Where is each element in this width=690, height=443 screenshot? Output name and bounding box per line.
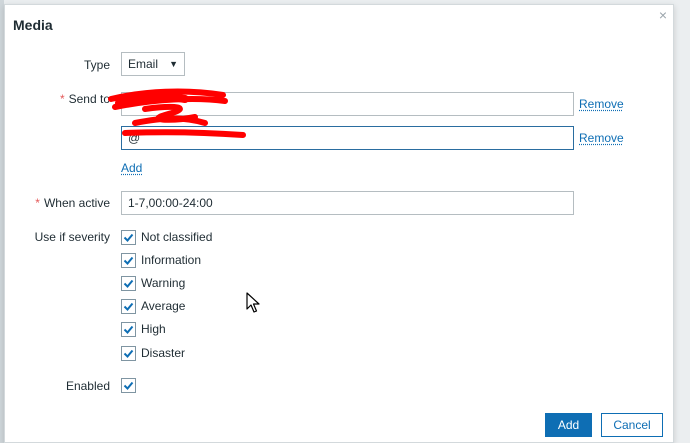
type-select-value: Email (128, 57, 159, 71)
severity-label-text: Disaster (141, 346, 186, 360)
checkmark-icon[interactable] (121, 321, 136, 337)
remove-link-1[interactable]: Remove (579, 97, 624, 111)
checkmark-icon[interactable] (121, 252, 136, 268)
mouse-pointer-icon (246, 292, 260, 313)
when-active-input[interactable]: 1-7,00:00-24:00 (121, 191, 574, 215)
severity-label-text: Not classified (141, 230, 213, 244)
dialog-title: Media (13, 17, 53, 33)
type-select[interactable]: Email ▼ (121, 52, 185, 76)
cancel-button[interactable]: Cancel (601, 413, 663, 437)
redaction-scribble (108, 88, 246, 138)
remove-link-2[interactable]: Remove (579, 131, 624, 145)
severity-label-text: Information (141, 253, 202, 267)
severity-label-text: High (141, 322, 166, 336)
severity-disaster[interactable]: Disaster (121, 345, 185, 361)
checkmark-icon[interactable] (121, 275, 136, 291)
add-button[interactable]: Add (545, 413, 592, 437)
send-to-label-text: Send to (68, 92, 110, 106)
chevron-down-icon: ▼ (169, 59, 178, 69)
severity-information[interactable]: Information (121, 252, 201, 268)
severity-warning[interactable]: Warning (121, 275, 185, 291)
checkmark-icon[interactable] (121, 298, 136, 314)
checkmark-icon[interactable] (121, 229, 136, 245)
checkmark-icon[interactable] (121, 377, 136, 393)
severity-label-text: Warning (141, 276, 186, 290)
severity-label-text: Average (141, 299, 186, 313)
type-label: Type (83, 58, 110, 72)
enabled-checkbox[interactable] (121, 377, 141, 393)
severity-label: Use if severity (34, 230, 110, 244)
checkmark-icon[interactable] (121, 345, 136, 361)
severity-high[interactable]: High (121, 321, 166, 337)
severity-not-classified[interactable]: Not classified (121, 229, 212, 245)
required-asterisk: * (59, 92, 65, 106)
when-active-label: * When active (35, 196, 110, 210)
required-asterisk: * (35, 196, 40, 210)
send-to-label: * Send to (60, 92, 110, 106)
when-active-label-text: When active (43, 196, 110, 210)
close-icon[interactable]: × (659, 8, 667, 22)
media-dialog: Media × Type Email ▼ * Send to Remove @ R… (4, 4, 674, 443)
enabled-label: Enabled (65, 379, 110, 393)
severity-average[interactable]: Average (121, 298, 185, 314)
add-recipient-link[interactable]: Add (121, 161, 142, 175)
